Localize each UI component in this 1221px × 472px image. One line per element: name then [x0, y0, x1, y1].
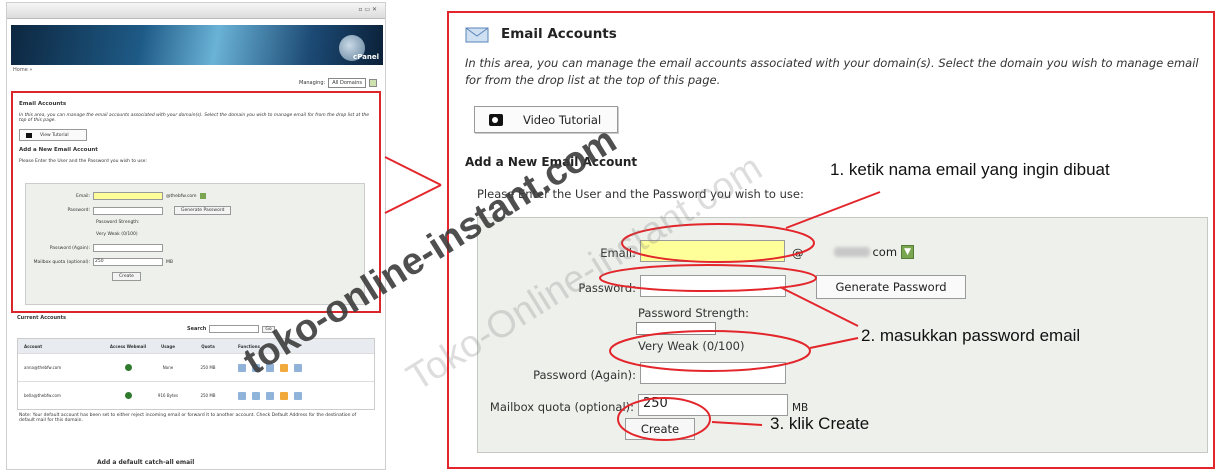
password-again-label: Password (Again):: [533, 368, 636, 382]
add-account-instructions: Please Enter the User and the Password y…: [477, 187, 804, 201]
step3-annotation: 3. klik Create: [770, 414, 870, 433]
page-title: Email Accounts: [501, 26, 617, 42]
at-sign: @: [792, 246, 804, 260]
step2-annotation: 2. masukkan password email: [861, 326, 1081, 345]
email-accounts-panel: Email Accounts In this area, you can man…: [447, 11, 1215, 469]
password-label: Password:: [578, 281, 636, 295]
email-input[interactable]: [640, 240, 785, 262]
domain-select[interactable]: com ▼: [834, 242, 914, 262]
password-strength-meter: [636, 322, 716, 335]
create-button[interactable]: Create: [625, 418, 695, 440]
add-account-title: Add a New Email Account: [465, 155, 638, 169]
password-strength-label: Password Strength:: [638, 306, 749, 320]
password-input[interactable]: [640, 275, 786, 297]
mailbox-quota-label: Mailbox quota (optional):: [489, 400, 634, 414]
domain-suffix: com: [872, 245, 898, 259]
password-strength-value: Very Weak (0/100): [638, 339, 745, 353]
generate-password-button[interactable]: Generate Password: [816, 275, 966, 299]
mailbox-quota-input[interactable]: 250: [638, 394, 788, 416]
envelope-icon: [465, 27, 489, 43]
step1-annotation: 1. ketik nama email yang ingin dibuat: [830, 160, 1110, 179]
chevron-down-icon[interactable]: ▼: [901, 245, 914, 259]
camera-icon: [489, 113, 503, 126]
video-tutorial-label: Video Tutorial: [523, 112, 602, 127]
domain-name-blurred: [834, 247, 871, 257]
video-tutorial-button[interactable]: Video Tutorial: [474, 106, 618, 133]
page-description: In this area, you can manage the email a…: [465, 56, 1199, 87]
password-again-input[interactable]: [640, 362, 786, 384]
email-label: Email:: [600, 246, 636, 260]
mailbox-quota-unit: MB: [792, 402, 809, 414]
